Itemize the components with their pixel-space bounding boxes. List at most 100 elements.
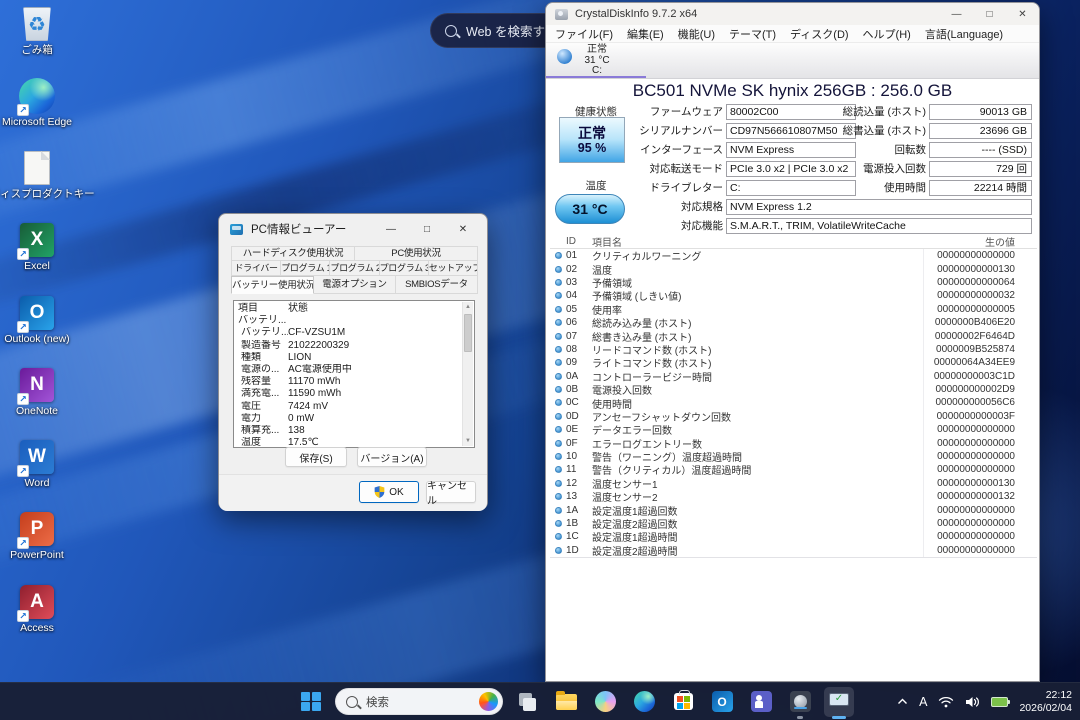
smart-row[interactable]: 10 警告（ワーニング）温度超過時間 00000000000000 (550, 450, 1037, 463)
wifi-icon[interactable] (938, 696, 954, 708)
smart-row[interactable]: 07 総書き込み量 (ホスト) 00000002F6464D (550, 329, 1037, 342)
battery-row[interactable]: 満充電... 11590 mWh (238, 388, 460, 400)
temperature-button[interactable]: 31 °C (555, 194, 625, 224)
pcv-tab[interactable]: PC使用状況 (354, 246, 478, 261)
smart-row[interactable]: 0A コントローラービジー時間 00000000003C1D (550, 370, 1037, 383)
menu-item[interactable]: 言語(Language) (918, 26, 1010, 42)
pcv-title-bar[interactable]: PC情報ビューアー — □ ✕ (219, 214, 487, 244)
pcv-tab[interactable]: ハードディスク使用状況 (231, 246, 355, 261)
battery-row[interactable]: バッテリ... (238, 315, 460, 327)
menu-item[interactable]: 編集(E) (620, 26, 671, 42)
smart-row[interactable]: 05 使用率 00000000000005 (550, 303, 1037, 316)
smart-row[interactable]: 06 総読み込み量 (ホスト) 0000000B406E20 (550, 316, 1037, 329)
info-value-field[interactable]: 729 回 (929, 161, 1032, 177)
smart-row[interactable]: 1C 設定温度1超過時間 00000000000000 (550, 530, 1037, 543)
smart-row[interactable]: 0D アンセーフシャットダウン回数 0000000000003F (550, 410, 1037, 423)
battery-row[interactable]: 電圧 7424 mV (238, 401, 460, 413)
pcv-tab[interactable]: 電源オプション (313, 276, 396, 294)
ime-indicator[interactable]: A (919, 695, 927, 709)
edge-button[interactable] (629, 687, 659, 717)
smart-row[interactable]: 0C 使用時間 000000000056C6 (550, 396, 1037, 409)
scrollbar-thumb[interactable] (464, 314, 472, 352)
desktop-icon-excel[interactable]: X ↗ Excel (1, 221, 73, 291)
smart-row[interactable]: 08 リードコマンド数 (ホスト) 0000009B525874 (550, 343, 1037, 356)
cdi-minimize-button[interactable]: — (940, 3, 973, 25)
pc-info-viewer-taskbar-button[interactable]: ✓ (824, 687, 854, 717)
info-value-field[interactable]: S.M.A.R.T., TRIM, VolatileWriteCache (726, 218, 1032, 234)
volume-icon[interactable] (965, 696, 980, 708)
smart-row[interactable]: 1D 設定温度2超過時間 00000000000000 (550, 544, 1037, 557)
search-highlights-icon[interactable] (479, 692, 498, 711)
battery-icon[interactable] (991, 697, 1008, 707)
outlook-button[interactable]: O (707, 687, 737, 717)
taskbar-clock[interactable]: 22:12 2026/02/04 (1019, 689, 1072, 714)
task-view-button[interactable] (512, 687, 542, 717)
smart-row[interactable]: 0F エラーログエントリー数 00000000000000 (550, 436, 1037, 449)
smart-row[interactable]: 0B 電源投入回数 000000000002D9 (550, 383, 1037, 396)
smart-row[interactable]: 01 クリティカルワーニング 00000000000000 (550, 249, 1037, 262)
teams-button[interactable] (746, 687, 776, 717)
drive-tab[interactable]: 正常 31 °C C: (566, 45, 628, 77)
smart-row[interactable]: 04 予備領域 (しきい値) 00000000000032 (550, 289, 1037, 302)
cdi-close-button[interactable]: ✕ (1006, 3, 1039, 25)
scroll-down-icon[interactable]: ▼ (463, 437, 473, 445)
battery-status-list[interactable]: 項目 状態 バッテリ... バッテリ... CF-VZSU1M (233, 300, 475, 448)
cancel-button[interactable]: キャンセル (426, 481, 476, 503)
pcv-close-button[interactable]: ✕ (445, 216, 481, 242)
battery-row[interactable]: バッテリ... CF-VZSU1M (238, 327, 460, 339)
smart-row[interactable]: 02 温度 00000000000130 (550, 262, 1037, 275)
store-button[interactable] (668, 687, 698, 717)
version-button[interactable]: バージョン(A) (357, 447, 427, 467)
crystaldiskinfo-taskbar-button[interactable] (785, 687, 815, 717)
pcv-tab[interactable]: プログラム 1 (280, 261, 330, 276)
battery-row[interactable]: 積算充... 138 (238, 425, 460, 437)
smart-row[interactable]: 12 温度センサー1 00000000000130 (550, 477, 1037, 490)
taskbar-search-box[interactable]: 検索 (335, 688, 503, 715)
smart-row[interactable]: 09 ライトコマンド数 (ホスト) 00000064A34EE9 (550, 356, 1037, 369)
tray-chevron-up-icon[interactable] (897, 698, 908, 705)
cdi-title-bar[interactable]: CrystalDiskInfo 9.7.2 x64 — □ ✕ (546, 3, 1039, 25)
menu-item[interactable]: 機能(U) (671, 26, 722, 42)
ok-button[interactable]: OK (359, 481, 419, 503)
battery-row[interactable]: 電源の... AC電源使用中 (238, 364, 460, 376)
info-value-field[interactable]: 22214 時間 (929, 180, 1032, 196)
desktop-icon-recycle-bin[interactable]: ♻ ごみ箱 (1, 5, 73, 75)
save-button[interactable]: 保存(S) (285, 447, 347, 467)
info-value-field[interactable]: 23696 GB (929, 123, 1032, 139)
menu-item[interactable]: ヘルプ(H) (856, 26, 918, 42)
info-value-field[interactable]: NVM Express 1.2 (726, 199, 1032, 215)
health-status-button[interactable]: 正常 95 % (559, 117, 625, 163)
pcv-tab[interactable]: バッテリー使用状況 (231, 276, 314, 294)
smart-row[interactable]: 13 温度センサー2 00000000000132 (550, 490, 1037, 503)
desktop-icon-office-product-key[interactable]: オフィスプロダクトキー (1, 149, 73, 219)
pcv-tab[interactable]: セットアップ (428, 261, 478, 276)
scroll-up-icon[interactable]: ▲ (463, 303, 473, 311)
battery-list-scrollbar[interactable]: ▲ ▼ (462, 302, 473, 446)
start-button[interactable] (296, 687, 326, 717)
pcv-minimize-button[interactable]: — (373, 216, 409, 242)
pcv-tab[interactable]: プログラム 3 (379, 261, 429, 276)
desktop-icon-powerpoint[interactable]: P ↗ PowerPoint (1, 510, 73, 580)
copilot-button[interactable] (590, 687, 620, 717)
smart-row[interactable]: 1B 設定温度2超過回数 00000000000000 (550, 517, 1037, 530)
battery-row[interactable]: 電力 0 mW (238, 413, 460, 425)
info-value-field[interactable]: ---- (SSD) (929, 142, 1032, 158)
smart-row[interactable]: 1A 設定温度1超過回数 00000000000000 (550, 503, 1037, 516)
menu-item[interactable]: ファイル(F) (548, 26, 620, 42)
desktop-icon-onenote[interactable]: N ↗ OneNote (1, 366, 73, 436)
desktop-icon-outlook[interactable]: O ↗ Outlook (new) (1, 294, 73, 364)
smart-row[interactable]: 0E データエラー回数 00000000000000 (550, 423, 1037, 436)
pcv-tab[interactable]: プログラム 2 (329, 261, 379, 276)
menu-item[interactable]: ディスク(D) (783, 26, 856, 42)
desktop-icon-access[interactable]: A ↗ Access (1, 583, 73, 653)
info-value-field[interactable]: 90013 GB (929, 104, 1032, 120)
menu-item[interactable]: テーマ(T) (722, 26, 783, 42)
smart-row[interactable]: 03 予備領域 00000000000064 (550, 276, 1037, 289)
battery-row[interactable]: 種類 LION (238, 352, 460, 364)
file-explorer-button[interactable] (551, 687, 581, 717)
pcv-maximize-button[interactable]: □ (409, 216, 445, 242)
desktop-icon-word[interactable]: W ↗ Word (1, 438, 73, 508)
battery-row[interactable]: 製造番号 21022200329 (238, 340, 460, 352)
smart-row[interactable]: 11 警告（クリティカル）温度超過時間 00000000000000 (550, 463, 1037, 476)
cdi-maximize-button[interactable]: □ (973, 3, 1006, 25)
